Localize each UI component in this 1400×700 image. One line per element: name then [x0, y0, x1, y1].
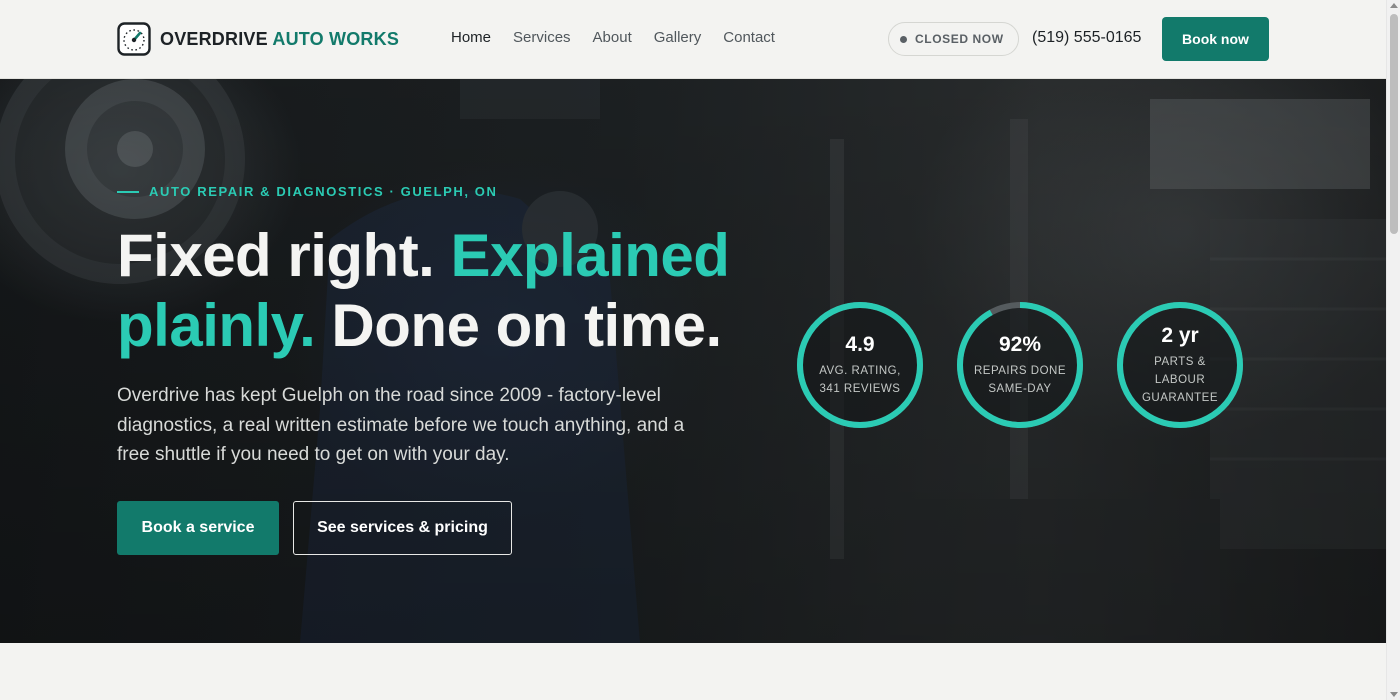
book-a-service-button[interactable]: Book a service — [117, 501, 279, 555]
hero-section: AUTO REPAIR & DIAGNOSTICS · GUELPH, ON F… — [0, 79, 1386, 643]
hero-eyebrow: AUTO REPAIR & DIAGNOSTICS · GUELPH, ON — [117, 184, 498, 199]
stat-value: 4.9 — [845, 333, 875, 356]
brand-name: OVERDRIVE AUTO WORKS — [160, 28, 400, 49]
book-now-button[interactable]: Book now — [1162, 17, 1269, 61]
below-fold-section — [0, 643, 1386, 700]
scroll-up-arrow-icon[interactable] — [1390, 3, 1398, 8]
nav-gallery[interactable]: Gallery — [654, 29, 702, 46]
brand-logo-link[interactable]: OVERDRIVE AUTO WORKS — [117, 22, 399, 56]
stat-label: PARTS & LABOUR GUARANTEE — [1141, 356, 1219, 404]
stat-value: 2 yr — [1161, 324, 1199, 347]
stat-value: 92% — [998, 333, 1042, 356]
page-scrollbar[interactable] — [1386, 0, 1400, 700]
gauge-icon — [117, 22, 151, 56]
nav-home[interactable]: Home — [451, 29, 491, 46]
phone-link[interactable]: (519) 555-0165 — [1032, 29, 1141, 47]
see-services-pricing-button[interactable]: See services & pricing — [293, 501, 512, 555]
nav-about[interactable]: About — [593, 29, 632, 46]
scrollbar-thumb[interactable] — [1390, 14, 1398, 234]
nav-contact[interactable]: Contact — [723, 29, 775, 46]
site-header: OVERDRIVE AUTO WORKS Home Services About… — [0, 0, 1386, 79]
scroll-down-arrow-icon[interactable] — [1390, 692, 1398, 697]
status-dot-icon — [900, 35, 907, 43]
stat-rating: 4.9 AVG. RATING, 341 REVIEWS — [795, 300, 925, 430]
eyebrow-text: AUTO REPAIR & DIAGNOSTICS · GUELPH, ON — [149, 184, 498, 199]
status-text: CLOSED NOW — [915, 32, 1004, 46]
main-nav: Home Services About Gallery Contact — [451, 29, 797, 46]
hero-headline: Fixed right. Explained plainly. Done on … — [117, 222, 730, 359]
stat-label: AVG. RATING, 341 REVIEWS — [819, 365, 901, 395]
eyebrow-rule — [117, 190, 139, 193]
open-status-badge: CLOSED NOW — [888, 22, 1019, 56]
hero-description: Overdrive has kept Guelph on the road si… — [117, 385, 685, 465]
stat-guarantee: 2 yr PARTS & LABOUR GUARANTEE — [1115, 300, 1245, 430]
nav-services[interactable]: Services — [513, 29, 571, 46]
stat-same-day: 92% REPAIRS DONE SAME-DAY — [955, 300, 1085, 430]
stat-label: REPAIRS DONE SAME-DAY — [973, 365, 1067, 395]
